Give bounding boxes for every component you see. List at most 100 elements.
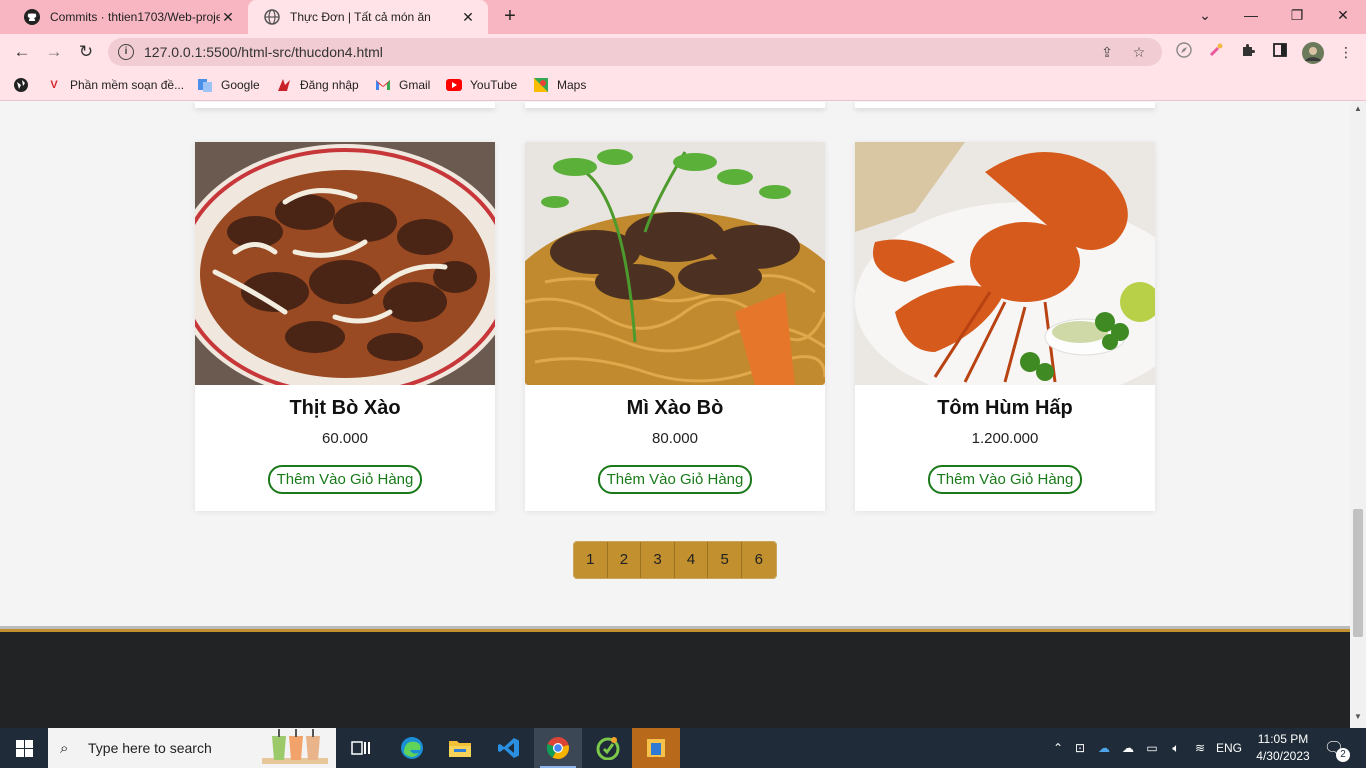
restore-button[interactable]: ❐ bbox=[1274, 0, 1320, 30]
close-tab-icon[interactable]: ✕ bbox=[220, 9, 236, 26]
bookmark-google[interactable]: Google bbox=[197, 76, 260, 94]
profile-avatar[interactable] bbox=[1302, 42, 1324, 64]
bookmark-gmail[interactable]: Gmail bbox=[375, 76, 430, 94]
pagination: 1 2 3 4 5 6 bbox=[573, 541, 777, 579]
bookmark-star-icon[interactable]: ☆ bbox=[1130, 44, 1148, 61]
bubble-tea-icon bbox=[262, 728, 328, 768]
taskbar-search-box[interactable]: ⌕ Type here to search bbox=[48, 728, 336, 768]
share-icon[interactable]: ⇪ bbox=[1098, 44, 1116, 61]
bookmark-label: YouTube bbox=[470, 78, 518, 92]
bookmarks-bar: V Phần mềm soạn đề... Google Đăng nhập G… bbox=[0, 70, 1366, 101]
add-to-cart-button[interactable]: Thêm Vào Giỏ Hàng bbox=[267, 465, 423, 494]
globe-icon bbox=[264, 9, 280, 25]
address-bar[interactable]: i 127.0.0.1:5500/html-src/thucdon4.html … bbox=[108, 38, 1162, 66]
green-app-icon[interactable] bbox=[584, 728, 632, 768]
food-photo-steamed-lobster bbox=[855, 142, 1155, 385]
maps-icon bbox=[533, 77, 549, 93]
compass-extension-icon[interactable] bbox=[1174, 42, 1194, 62]
menu-card: Thịt Bò Xào 60.000 Thêm Vào Giỏ Hàng bbox=[195, 142, 495, 511]
previous-row-card-edge bbox=[855, 102, 1155, 108]
dish-price: 60.000 bbox=[322, 430, 368, 447]
page-link-6[interactable]: 6 bbox=[741, 542, 776, 578]
bookmark-dang-nhap[interactable]: Đăng nhập bbox=[276, 76, 359, 94]
task-view-icon[interactable] bbox=[336, 728, 384, 768]
clock-date: 4/30/2023 bbox=[1256, 749, 1310, 763]
close-window-button[interactable]: ✕ bbox=[1320, 0, 1366, 30]
new-tab-button[interactable]: + bbox=[498, 5, 522, 29]
globe-dark-icon bbox=[13, 77, 29, 93]
search-placeholder: Type here to search bbox=[88, 740, 212, 756]
browser-menu-icon[interactable]: ⋮ bbox=[1336, 42, 1356, 62]
wifi-icon[interactable]: ≋ bbox=[1188, 741, 1212, 755]
tab-title: Commits · thtien1703/Web-proje bbox=[50, 10, 220, 24]
gmail-icon bbox=[375, 77, 391, 93]
page-scrollbar[interactable]: ▲ ▼ bbox=[1350, 102, 1366, 728]
page-link-2[interactable]: 2 bbox=[607, 542, 642, 578]
vscode-icon[interactable] bbox=[485, 728, 533, 768]
meet-now-icon[interactable]: ⊡ bbox=[1068, 741, 1092, 755]
input-language[interactable]: ENG bbox=[1212, 741, 1246, 755]
page-link-5[interactable]: 5 bbox=[708, 542, 742, 578]
dish-price: 1.200.000 bbox=[971, 430, 1039, 447]
reload-icon[interactable]: ↻ bbox=[74, 40, 98, 64]
bookmark-phan-mem[interactable]: V Phần mềm soạn đề... bbox=[46, 76, 184, 94]
food-photo-beef-stir-fry bbox=[195, 142, 495, 385]
scrollbar-thumb[interactable] bbox=[1353, 509, 1363, 637]
menu-card: Mì Xào Bò 80.000 Thêm Vào Giỏ Hàng bbox=[525, 142, 825, 511]
add-to-cart-button[interactable]: Thêm Vào Giỏ Hàng bbox=[927, 465, 1083, 494]
file-explorer-icon[interactable] bbox=[436, 728, 484, 768]
page-link-4[interactable]: 4 bbox=[674, 542, 709, 578]
bookmark-label: Phần mềm soạn đề... bbox=[70, 78, 185, 92]
forward-icon[interactable]: → bbox=[42, 40, 66, 64]
bookmark-label: Google bbox=[221, 78, 260, 92]
system-clock[interactable]: 11:05 PM 4/30/2023 bbox=[1248, 731, 1318, 765]
volume-icon[interactable]: 🔈︎ bbox=[1164, 741, 1188, 756]
system-tray: ⌃ ⊡ ☁ ☁ ▭ 🔈︎ ≋ ENG bbox=[1048, 728, 1246, 768]
food-photo-fried-noodles-beef bbox=[525, 142, 825, 385]
page-viewport: Thịt Bò Xào 60.000 Thêm Vào Giỏ Hàng Mì … bbox=[0, 102, 1350, 728]
edge-browser-icon[interactable] bbox=[388, 728, 436, 768]
url-text: 127.0.0.1:5500/html-src/thucdon4.html bbox=[144, 44, 383, 60]
v-logo-icon: V bbox=[50, 79, 58, 91]
side-panel-icon[interactable] bbox=[1270, 42, 1290, 62]
windows-taskbar: ⌕ Type here to search ⌃ ⊡ ☁ ☁ ▭ 🔈︎ ≋ ENG… bbox=[0, 728, 1366, 768]
bookmark-label: Maps bbox=[557, 78, 587, 92]
tab-title: Thực Đơn | Tất cả món ăn bbox=[290, 10, 431, 24]
image-viewer-icon[interactable] bbox=[632, 728, 680, 768]
battery-icon[interactable]: ▭ bbox=[1140, 741, 1164, 755]
close-tab-icon[interactable]: ✕ bbox=[460, 9, 476, 26]
notification-center-button[interactable]: 🗨︎ 2 bbox=[1322, 728, 1350, 768]
tab-github-commits[interactable]: Commits · thtien1703/Web-proje ✕ bbox=[8, 0, 248, 34]
onedrive-cloud-icon[interactable]: ☁ bbox=[1092, 741, 1116, 755]
windows-logo-icon bbox=[15, 739, 33, 757]
bookmark-maps[interactable]: Maps bbox=[533, 76, 586, 94]
bookmark-youtube[interactable]: YouTube bbox=[446, 76, 517, 94]
site-info-icon[interactable]: i bbox=[118, 44, 134, 60]
show-hidden-icons-chevron-icon[interactable]: ⌃ bbox=[1048, 741, 1068, 755]
dish-name: Mì Xào Bò bbox=[626, 397, 724, 419]
dish-name: Tôm Hùm Hấp bbox=[937, 397, 1073, 419]
minimize-button[interactable]: — bbox=[1228, 0, 1274, 30]
page-link-1[interactable]: 1 bbox=[574, 542, 608, 578]
chrome-taskbar-icon[interactable] bbox=[534, 728, 582, 768]
tab-strip: Commits · thtien1703/Web-proje ✕ Thực Đơ… bbox=[0, 0, 1366, 34]
notification-count-badge: 2 bbox=[1336, 748, 1350, 762]
page-link-3[interactable]: 3 bbox=[641, 542, 675, 578]
bookmark-label: Gmail bbox=[399, 78, 431, 92]
extensions-puzzle-icon[interactable] bbox=[1238, 42, 1258, 62]
start-button[interactable] bbox=[0, 728, 48, 768]
search-icon: ⌕ bbox=[60, 739, 69, 757]
apps-icon[interactable] bbox=[13, 76, 37, 94]
back-icon[interactable]: ← bbox=[10, 40, 34, 64]
tab-search-chevron-icon[interactable]: ⌄ bbox=[1182, 0, 1228, 30]
color-picker-extension-icon[interactable] bbox=[1206, 42, 1226, 62]
tab-thuc-don[interactable]: Thực Đơn | Tất cả món ăn ✕ bbox=[248, 0, 488, 34]
scroll-up-arrow-icon[interactable]: ▲ bbox=[1350, 104, 1366, 118]
scroll-down-arrow-icon[interactable]: ▼ bbox=[1350, 712, 1366, 726]
login-site-icon bbox=[276, 77, 292, 93]
previous-row-card-edge bbox=[195, 102, 495, 108]
previous-row-card-edge bbox=[525, 102, 825, 108]
youtube-icon bbox=[446, 77, 462, 93]
weather-cloud-icon[interactable]: ☁ bbox=[1116, 741, 1140, 755]
add-to-cart-button[interactable]: Thêm Vào Giỏ Hàng bbox=[597, 465, 753, 494]
